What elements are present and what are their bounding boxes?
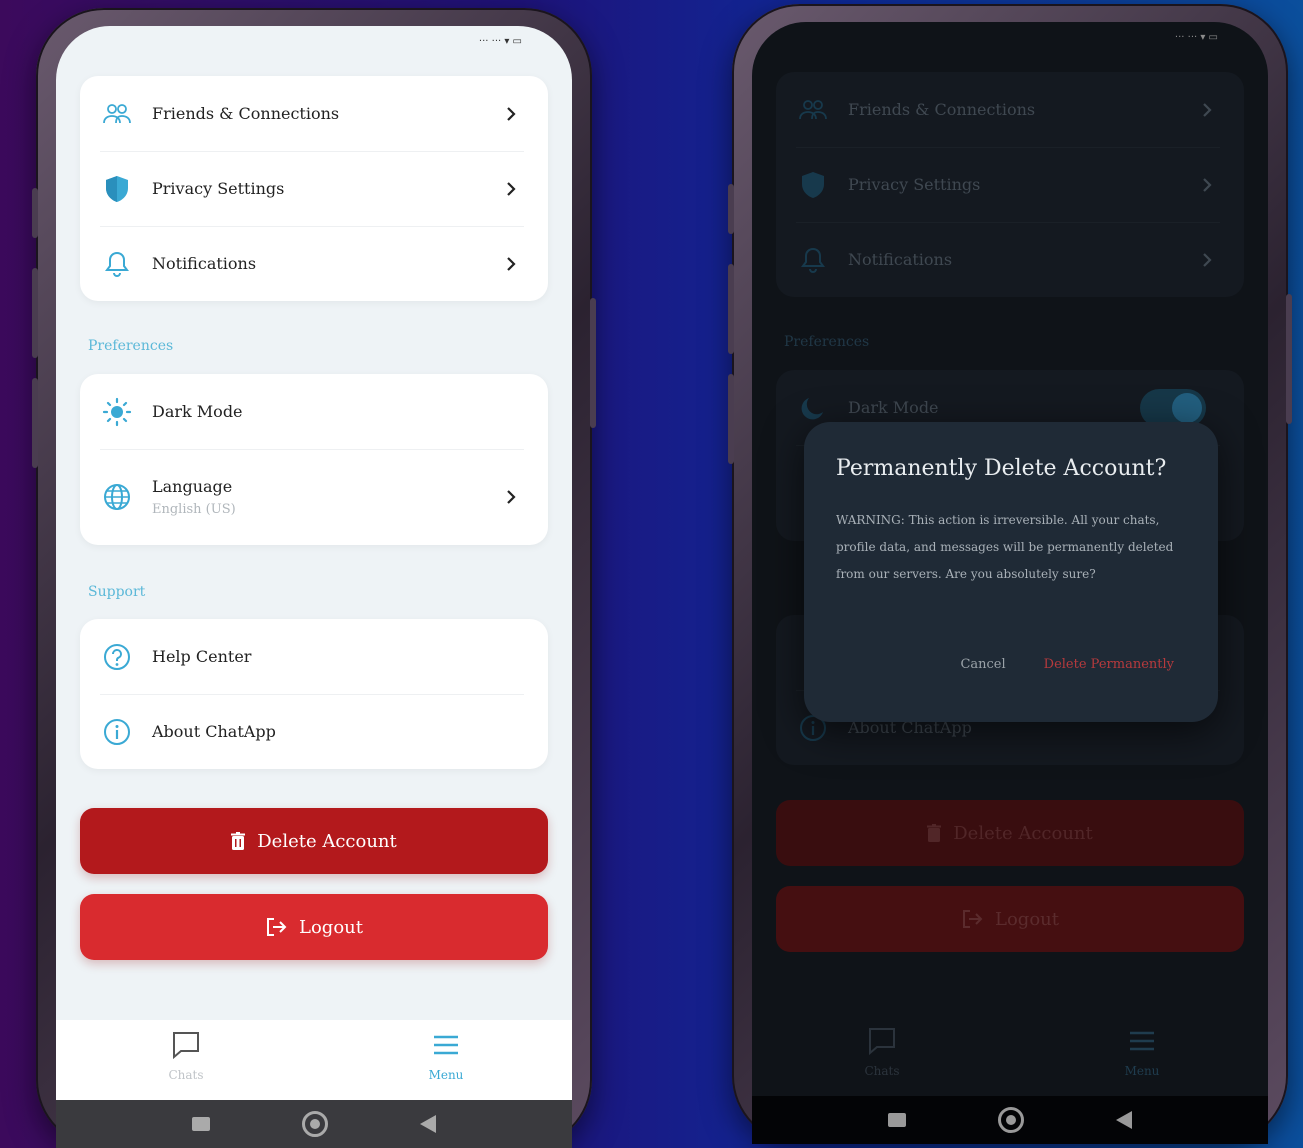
dark-mode-item[interactable]: Dark Mode	[80, 374, 548, 449]
logout-label: Logout	[299, 916, 363, 938]
friends-connections-item[interactable]: Friends & Connections	[80, 76, 548, 151]
privacy-label: Privacy Settings	[152, 179, 285, 198]
info-icon	[100, 715, 134, 749]
notifications-label: Notifications	[152, 254, 257, 273]
nav-chats-label: Chats	[168, 1068, 204, 1082]
chevron-right-icon	[507, 181, 516, 196]
help-center-label: Help Center	[152, 647, 252, 666]
status-bar: ··· ··· ▾ ▭	[478, 36, 522, 47]
friends-icon	[100, 97, 134, 131]
delete-account-button[interactable]: Delete Account	[80, 808, 548, 874]
language-item[interactable]: Language English (US)	[80, 449, 548, 545]
phone-light: ··· ··· ▾ ▭ Friends & Connections Privac…	[32, 8, 596, 1148]
language-label: Language	[152, 477, 233, 496]
bottom-nav: Chats Menu	[56, 1020, 572, 1100]
preferences-card: Dark Mode Language English (US)	[80, 374, 548, 545]
nav-menu[interactable]: Menu	[396, 1030, 496, 1082]
delete-permanently-button[interactable]: Delete Permanently	[1044, 657, 1174, 672]
chevron-right-icon	[507, 490, 516, 504]
nav-chats[interactable]: Chats	[136, 1030, 236, 1082]
globe-icon	[100, 480, 134, 514]
friends-label: Friends & Connections	[152, 104, 340, 123]
screen-dark: ··· ··· ▾ ▭ Friends & Connections Privac…	[752, 22, 1268, 1144]
help-center-item[interactable]: Help Center	[80, 619, 548, 694]
language-value: English (US)	[152, 502, 236, 517]
privacy-settings-item[interactable]: Privacy Settings	[80, 151, 548, 226]
notifications-item[interactable]: Notifications	[80, 226, 548, 301]
home-icon[interactable]	[302, 1111, 328, 1137]
cancel-button[interactable]: Cancel	[960, 657, 1005, 672]
bell-icon	[100, 247, 134, 281]
logout-icon	[267, 918, 287, 936]
dark-mode-label: Dark Mode	[152, 402, 243, 421]
system-nav-bar	[56, 1100, 572, 1148]
delete-account-label: Delete Account	[257, 830, 397, 852]
shield-icon	[100, 172, 134, 206]
help-icon	[100, 640, 134, 674]
preferences-heading: Preferences	[88, 338, 174, 354]
support-heading: Support	[88, 584, 146, 600]
account-card: Friends & Connections Privacy Settings N…	[80, 76, 548, 301]
dialog-message: WARNING: This action is irreversible. Al…	[836, 513, 1174, 581]
phone-dark: ··· ··· ▾ ▭ Friends & Connections Privac…	[728, 4, 1292, 1144]
support-card: Help Center About ChatApp	[80, 619, 548, 769]
chat-icon	[173, 1032, 199, 1060]
screen-light: ··· ··· ▾ ▭ Friends & Connections Privac…	[56, 26, 572, 1148]
delete-confirm-dialog: Permanently Delete Account? WARNING: Thi…	[804, 422, 1218, 722]
back-icon[interactable]	[420, 1115, 436, 1133]
about-label: About ChatApp	[152, 722, 276, 741]
logout-button[interactable]: Logout	[80, 894, 548, 960]
trash-icon	[231, 832, 246, 850]
menu-icon	[434, 1035, 458, 1055]
chevron-right-icon	[507, 256, 516, 271]
recents-icon[interactable]	[192, 1117, 210, 1131]
sun-icon	[100, 395, 134, 429]
about-item[interactable]: About ChatApp	[80, 694, 548, 769]
nav-menu-label: Menu	[428, 1068, 464, 1082]
chevron-right-icon	[507, 106, 516, 121]
dialog-title: Permanently Delete Account?	[836, 456, 1167, 481]
